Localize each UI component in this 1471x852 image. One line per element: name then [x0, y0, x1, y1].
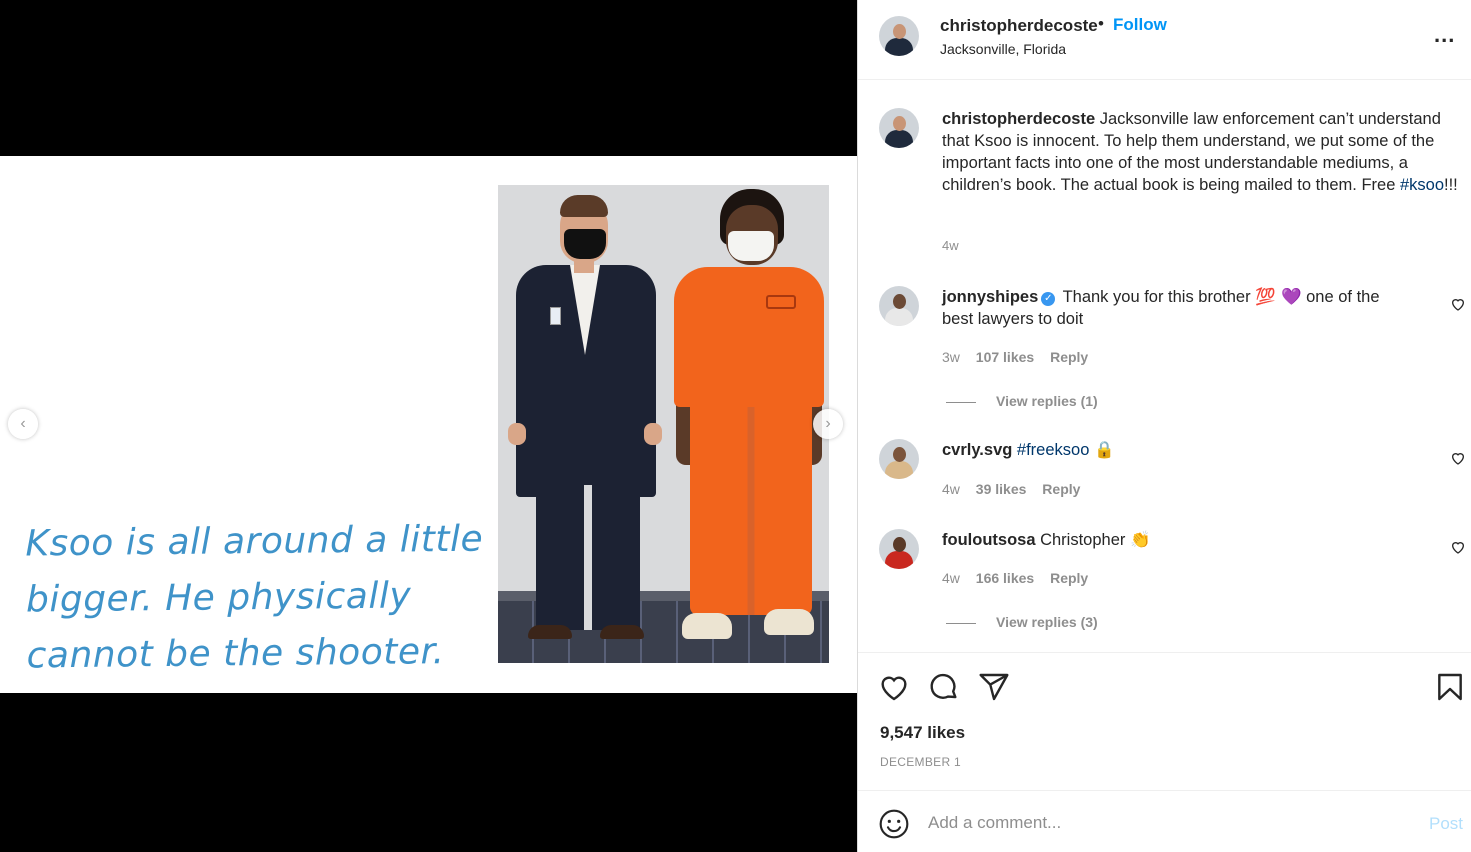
carousel-next-button[interactable]: ›: [813, 409, 843, 439]
avatar[interactable]: [879, 286, 919, 326]
comment-hashtag[interactable]: #freeksoo: [1017, 441, 1089, 459]
post-author-username[interactable]: christopherdecoste: [940, 16, 1098, 36]
post-comment-button[interactable]: Post: [1429, 814, 1463, 834]
view-replies-label: View replies (3): [996, 614, 1098, 630]
comment-likes[interactable]: 107 likes: [976, 349, 1034, 365]
carousel-prev-button[interactable]: ‹: [8, 409, 38, 439]
slide-text-line: Ksoo is all around a little: [25, 518, 484, 565]
comment-emojis: 🔒: [1093, 440, 1115, 459]
separator-dot: •: [1098, 14, 1104, 33]
post-photo: [498, 185, 829, 663]
smile-icon[interactable]: [878, 808, 910, 840]
comment-text: fouloutsosa Christopher 👏: [942, 529, 1412, 551]
comment-time[interactable]: 4w: [942, 481, 960, 497]
avatar[interactable]: [879, 529, 919, 569]
bookmark-icon[interactable]: [1434, 671, 1466, 703]
comment-username[interactable]: fouloutsosa: [942, 531, 1036, 549]
likes-count[interactable]: 9,547 likes: [880, 723, 965, 743]
comment-username[interactable]: cvrly.svg: [942, 441, 1012, 459]
heart-icon[interactable]: [1450, 539, 1466, 555]
reply-button[interactable]: Reply: [1050, 570, 1088, 586]
comment-text: jonnyshipes ✓ Thank you for this brother …: [942, 286, 1412, 330]
view-replies-button[interactable]: View replies (1): [946, 393, 1098, 409]
comment-icon[interactable]: [928, 671, 960, 703]
comment-meta: 4w 39 likes Reply: [942, 481, 1092, 497]
post-media: Ksoo is all around a little bigger. He p…: [0, 0, 857, 852]
follow-button[interactable]: Follow: [1113, 15, 1167, 35]
heart-icon[interactable]: [1450, 296, 1466, 312]
post-date[interactable]: DECEMBER 1: [880, 755, 961, 769]
comment-username[interactable]: jonnyshipes: [942, 288, 1038, 306]
post-header: christopherdecoste • Follow Jacksonville…: [858, 0, 1471, 80]
share-icon[interactable]: [978, 671, 1010, 703]
comment-body: Thank you for this brother: [1062, 288, 1256, 306]
heart-icon[interactable]: [1450, 450, 1466, 466]
comment-meta: 3w 107 likes Reply: [942, 349, 1100, 365]
verified-icon: ✓: [1041, 292, 1056, 306]
chevron-right-icon: ›: [825, 415, 831, 432]
comment-meta: 4w 166 likes Reply: [942, 570, 1100, 586]
more-options-button[interactable]: ...: [1434, 22, 1455, 48]
slide-text-line: bigger. He physically: [25, 575, 412, 621]
slide-text-line: cannot be the shooter.: [26, 631, 445, 677]
post-location[interactable]: Jacksonville, Florida: [940, 41, 1066, 57]
view-replies-label: View replies (1): [996, 393, 1098, 409]
comment-emojis: 💯 💜: [1255, 287, 1302, 306]
avatar[interactable]: [879, 108, 919, 148]
more-icon: ...: [1434, 22, 1456, 47]
caption-username[interactable]: christopherdecoste: [942, 110, 1095, 128]
comment-input[interactable]: [928, 809, 1408, 837]
avatar[interactable]: [879, 16, 919, 56]
slide-caption-text: Ksoo is all around a little bigger. He p…: [25, 512, 497, 685]
comment-time[interactable]: 3w: [942, 349, 960, 365]
comment-likes[interactable]: 166 likes: [976, 570, 1034, 586]
comment-time[interactable]: 4w: [942, 570, 960, 586]
comment-text: cvrly.svg #freeksoo 🔒: [942, 439, 1412, 461]
carousel-slide: Ksoo is all around a little bigger. He p…: [0, 156, 857, 693]
reply-button[interactable]: Reply: [1042, 481, 1080, 497]
heart-icon[interactable]: [878, 671, 910, 703]
view-replies-button[interactable]: View replies (3): [946, 614, 1098, 630]
caption-timestamp[interactable]: 4w: [942, 238, 959, 253]
post-sidebar: christopherdecoste • Follow Jacksonville…: [857, 0, 1471, 852]
comment-likes[interactable]: 39 likes: [976, 481, 1027, 497]
reply-button[interactable]: Reply: [1050, 349, 1088, 365]
post-actions: 9,547 likes DECEMBER 1: [858, 652, 1471, 790]
avatar[interactable]: [879, 439, 919, 479]
post-caption: christopherdecoste Jacksonville law enfo…: [942, 108, 1467, 196]
comment-emojis: 👏: [1129, 530, 1151, 549]
comment-body: Christopher: [1040, 531, 1130, 549]
chevron-left-icon: ‹: [20, 415, 26, 432]
caption-suffix: !!!: [1444, 176, 1458, 194]
caption-hashtag[interactable]: #ksoo: [1400, 176, 1444, 194]
add-comment-bar: Post: [858, 790, 1471, 852]
